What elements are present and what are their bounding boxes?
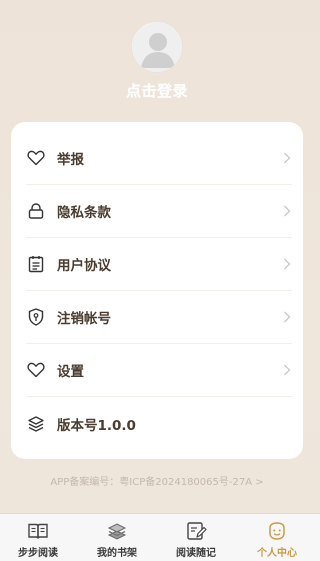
menu-item-delete-account[interactable]: 注销帐号 — [26, 291, 292, 344]
menu-item-label: 举报 — [57, 152, 84, 168]
tab-label: 阅读随记 — [176, 548, 216, 559]
menu-item-version: 版本号1.0.0 — [26, 397, 292, 450]
shield-icon — [26, 307, 46, 327]
heart-icon — [26, 148, 46, 168]
icp-record-link[interactable]: APP备案编号：粤ICP备2024180065号-27A > — [0, 473, 314, 488]
clipboard-icon — [26, 254, 46, 274]
menu-item-label: 版本号1.0.0 — [57, 417, 136, 434]
menu-item-label: 用户协议 — [57, 258, 111, 274]
notes-icon — [185, 520, 207, 542]
menu-item-label: 注销帐号 — [57, 311, 111, 327]
book-icon — [27, 520, 49, 542]
tab-reading-notes[interactable]: 阅读随记 — [159, 514, 233, 561]
menu-item-report[interactable]: 举报 — [26, 132, 292, 185]
bottom-tab-bar: 步步阅读 我的书架 阅读随记 个人中心 — [0, 513, 320, 561]
menu-item-settings[interactable]: 设置 — [26, 344, 292, 397]
chevron-right-icon — [282, 257, 292, 271]
chevron-right-icon — [282, 204, 292, 218]
heart-icon — [26, 360, 46, 380]
tab-reading[interactable]: 步步阅读 — [1, 514, 75, 561]
tab-label: 我的书架 — [97, 548, 137, 559]
login-link[interactable]: 点击登录 — [0, 80, 314, 101]
profile-header: 点击登录 — [0, 0, 320, 118]
menu-item-label: 设置 — [57, 364, 84, 380]
tab-label: 个人中心 — [257, 548, 297, 559]
chevron-right-icon — [282, 363, 292, 377]
smiley-icon — [266, 520, 288, 542]
menu-item-user-agreement[interactable]: 用户协议 — [26, 238, 292, 291]
user-silhouette-icon — [132, 22, 182, 72]
avatar[interactable] — [131, 21, 183, 73]
tab-profile[interactable]: 个人中心 — [240, 514, 314, 561]
bookshelf-icon — [106, 520, 128, 542]
tab-label: 步步阅读 — [18, 548, 58, 559]
settings-menu-card: 举报 隐私条款 用户协议 注销帐号 设置 版本号1.0.0 — [11, 122, 303, 459]
chevron-right-icon — [282, 151, 292, 165]
layers-icon — [26, 414, 46, 434]
lock-icon — [26, 201, 46, 221]
menu-item-privacy[interactable]: 隐私条款 — [26, 185, 292, 238]
menu-item-label: 隐私条款 — [57, 205, 111, 221]
tab-bookshelf[interactable]: 我的书架 — [80, 514, 154, 561]
chevron-right-icon — [282, 310, 292, 324]
